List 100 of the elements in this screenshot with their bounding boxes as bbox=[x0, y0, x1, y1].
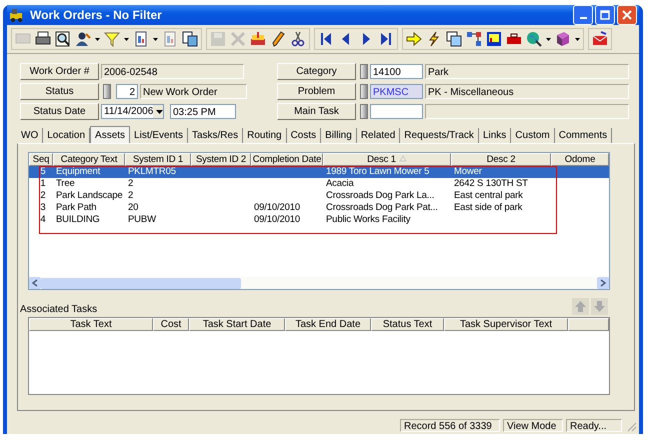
problem-code-field[interactable]: PKMSC bbox=[370, 84, 423, 99]
table-cell: East central park bbox=[454, 190, 523, 201]
table-cell: 1 bbox=[40, 178, 46, 189]
lookup-toggle[interactable] bbox=[360, 64, 368, 79]
pencil-icon[interactable] bbox=[270, 31, 286, 47]
column-header[interactable]: Completion Date bbox=[251, 153, 323, 166]
table-cell: Equipment bbox=[56, 166, 100, 177]
scroll-right-icon[interactable] bbox=[597, 277, 609, 289]
column-header[interactable]: Desc 1 bbox=[323, 153, 451, 166]
close-button[interactable] bbox=[617, 5, 637, 25]
column-header[interactable]: Status Text bbox=[371, 318, 444, 331]
maximize-icon bbox=[600, 10, 610, 20]
stack-icon[interactable] bbox=[250, 31, 266, 47]
status-bar-panel: Ready... bbox=[566, 419, 622, 432]
table-cell: 3 bbox=[40, 202, 46, 213]
column-header[interactable]: Odome bbox=[551, 153, 609, 166]
vehicle-icon bbox=[9, 8, 25, 22]
table-cell: Crossroads Dog Park Pat... bbox=[326, 202, 438, 213]
table-cell: 2 bbox=[128, 190, 134, 201]
document-icon[interactable] bbox=[133, 31, 149, 47]
status-bar-panel: Record 556 of 3339 bbox=[400, 419, 500, 432]
close-icon bbox=[622, 10, 632, 20]
table-cell: 09/10/2010 bbox=[254, 214, 300, 225]
horizontal-scrollbar[interactable] bbox=[29, 277, 609, 289]
tab[interactable]: Assets bbox=[90, 126, 130, 143]
envelope-icon[interactable] bbox=[592, 31, 608, 47]
work-order-field: 2006-02548 bbox=[101, 64, 244, 79]
scroll-thumb[interactable] bbox=[41, 278, 241, 288]
window-title: Work Orders - No Filter bbox=[30, 8, 163, 22]
table-row[interactable]: 5 Equipment PKLMTR05 1989 Toro Lawn Mower 5 Mower bbox=[29, 166, 609, 178]
lightning-icon[interactable] bbox=[426, 31, 442, 47]
table-cell: PKLMTR05 bbox=[128, 166, 176, 177]
column-header[interactable]: System ID 2 bbox=[191, 153, 251, 166]
column-header[interactable]: Category Text bbox=[53, 153, 125, 166]
table-cell: 1989 Toro Lawn Mower 5 bbox=[326, 166, 430, 177]
column-header[interactable]: Task Start Date bbox=[189, 318, 285, 331]
table-row[interactable]: 3 Park Path 20 09/10/2010 Crossroads Dog Park Pat... East side of park bbox=[29, 202, 609, 214]
problem-button[interactable]: Problem bbox=[277, 83, 356, 100]
last-record-icon[interactable] bbox=[378, 31, 394, 47]
table-row[interactable]: 4 BUILDING PUBW 09/10/2010 Public Works Facility bbox=[29, 214, 609, 226]
globe-icon[interactable] bbox=[526, 31, 542, 47]
main-task-button[interactable]: Main Task bbox=[277, 103, 356, 120]
toolbox-icon[interactable] bbox=[506, 31, 522, 47]
lookup-toggle[interactable] bbox=[360, 84, 368, 99]
table-cell: Park Path bbox=[56, 202, 96, 213]
column-header[interactable]: Task Supervisor Text bbox=[444, 318, 568, 331]
table-cell: Crossroads Dog Park La... bbox=[326, 190, 434, 201]
arrow-right-icon[interactable] bbox=[406, 31, 422, 47]
table-cell: Public Works Facility bbox=[326, 214, 410, 225]
person-icon[interactable] bbox=[75, 31, 91, 47]
first-record-icon[interactable] bbox=[318, 31, 334, 47]
column-header[interactable]: System ID 1 bbox=[125, 153, 191, 166]
column-header[interactable]: Task End Date bbox=[285, 318, 371, 331]
column-header[interactable]: Desc 2 bbox=[451, 153, 551, 166]
printer-icon[interactable] bbox=[35, 31, 51, 47]
magnifier-icon[interactable] bbox=[55, 31, 71, 47]
table-cell: Park Landscape bbox=[56, 190, 123, 201]
table-cell: BUILDING bbox=[56, 214, 100, 225]
category-button[interactable]: Category bbox=[277, 63, 356, 80]
column-header[interactable]: Task Text bbox=[29, 318, 153, 331]
main-task-code-field[interactable] bbox=[370, 104, 423, 119]
funnel-icon[interactable] bbox=[104, 31, 120, 47]
scroll-left-icon[interactable] bbox=[29, 277, 41, 289]
table-cell: East side of park bbox=[454, 202, 522, 213]
minimize-icon bbox=[580, 17, 586, 19]
column-header[interactable]: Seq bbox=[29, 153, 53, 166]
windows-icon[interactable] bbox=[446, 31, 462, 47]
status-button[interactable]: Status bbox=[20, 83, 99, 100]
diagram-icon[interactable] bbox=[466, 31, 482, 47]
chart-icon[interactable] bbox=[486, 31, 502, 47]
time-field[interactable]: 03:25 PM bbox=[170, 104, 236, 119]
category-code-field[interactable]: 14100 bbox=[370, 64, 423, 79]
column-header[interactable] bbox=[568, 318, 609, 331]
table-row[interactable]: 1 Tree 2 Acacia 2642 S 130TH ST bbox=[29, 178, 609, 190]
table-cell: PUBW bbox=[128, 214, 156, 225]
table-cell: Mower bbox=[454, 166, 482, 177]
table-cell: 4 bbox=[40, 214, 46, 225]
table-cell: Acacia bbox=[326, 178, 354, 189]
table-cell: 5 bbox=[40, 166, 46, 177]
lookup-toggle[interactable] bbox=[360, 104, 368, 119]
column-header[interactable]: Cost bbox=[153, 318, 189, 331]
dropdown-icon[interactable] bbox=[153, 105, 163, 118]
table-cell: 20 bbox=[128, 202, 138, 213]
table-cell: 2 bbox=[128, 178, 134, 189]
status-code-field[interactable]: 2 bbox=[116, 84, 138, 99]
status-date-button[interactable]: Status Date bbox=[20, 103, 99, 120]
date-picker[interactable]: 11/14/2006 bbox=[101, 104, 164, 119]
minimize-button[interactable] bbox=[573, 5, 593, 25]
status-bar-panel: View Mode bbox=[503, 419, 563, 432]
work-order-button[interactable]: Work Order # bbox=[20, 63, 99, 80]
table-row[interactable]: 2 Park Landscape 2 Crossroads Dog Park La... East central park bbox=[29, 190, 609, 202]
section-title: Associated Tasks bbox=[20, 304, 98, 315]
maximize-button[interactable] bbox=[595, 5, 615, 25]
table-cell: 09/10/2010 bbox=[254, 202, 300, 213]
lookup-toggle[interactable] bbox=[103, 84, 111, 99]
table-cell: 2642 S 130TH ST bbox=[454, 178, 528, 189]
scissors-icon[interactable] bbox=[290, 31, 306, 47]
resize-grip-icon[interactable] bbox=[625, 420, 637, 432]
table-cell: 2 bbox=[40, 190, 46, 201]
sort-icon bbox=[398, 155, 407, 162]
